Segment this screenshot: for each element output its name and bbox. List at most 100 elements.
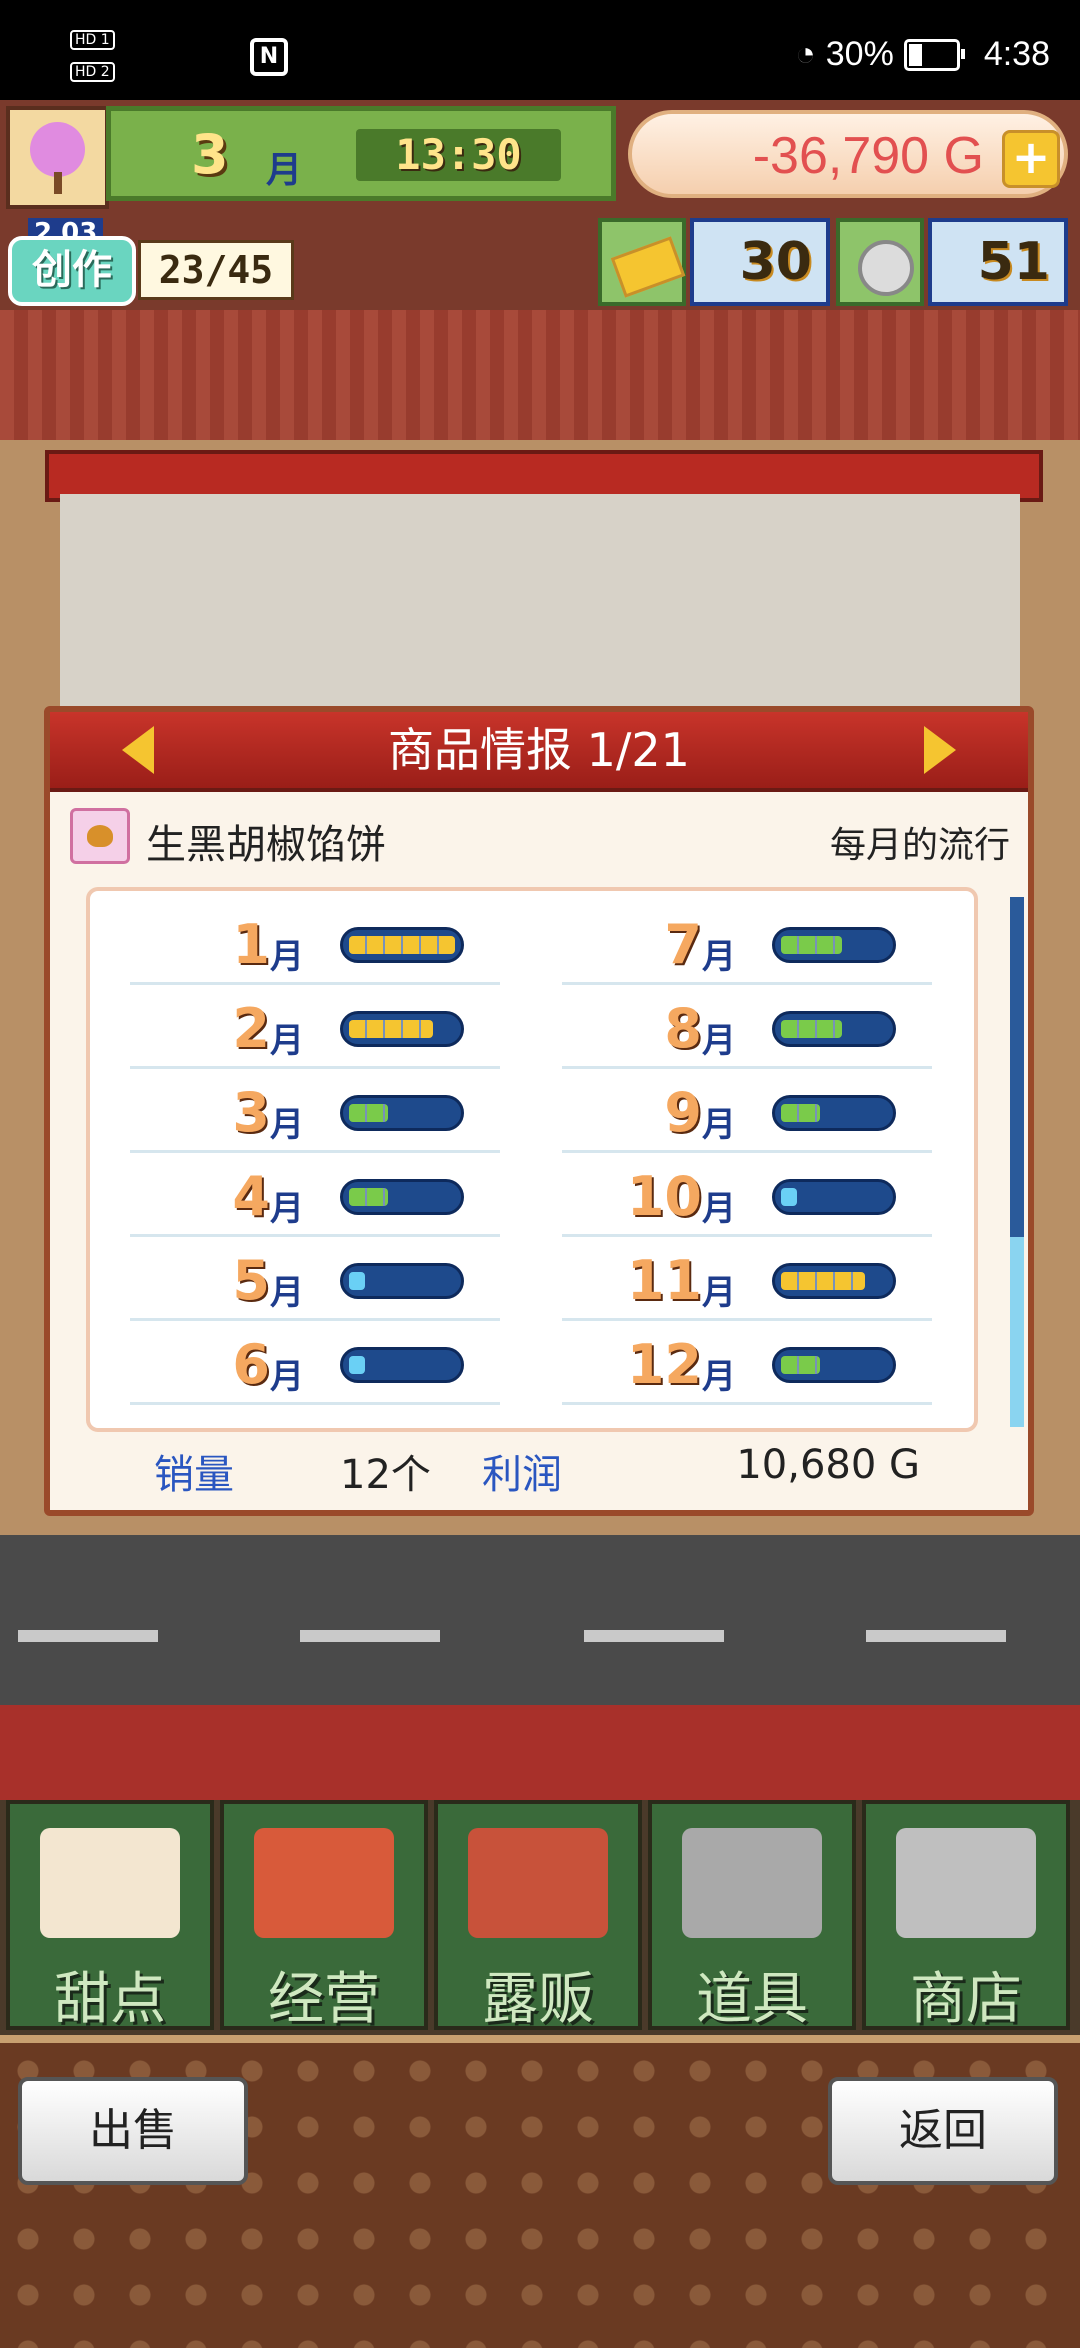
trend-bar-fill [349, 936, 455, 954]
sales-label: 销量 [154, 1452, 234, 1498]
create-panel[interactable]: 2 03 创作 23/45 [8, 218, 294, 308]
month-unit: 月 [702, 1021, 736, 1061]
date-box: 3 月 13:30 [106, 106, 616, 201]
trend-bar [772, 1095, 896, 1131]
month-number: 9 [664, 1081, 702, 1144]
months-right-column: 7 月 8 月 9 月 10 月 11 月 12 月 [562, 901, 932, 1405]
battery-icon [903, 38, 965, 71]
month-number: 10 [626, 1165, 702, 1228]
scroll-thumb[interactable] [1010, 1237, 1024, 1427]
money-display: -36,790 G + [628, 110, 1068, 198]
month-row: 7月 [562, 901, 932, 985]
cart-icon [896, 1828, 1036, 1938]
month-row: 10 月 [562, 1153, 932, 1237]
trend-bar-fill [781, 1020, 842, 1038]
month-row: 5月 [130, 1237, 500, 1321]
trend-bar-fill [349, 1188, 388, 1206]
trend-bar [340, 1263, 464, 1299]
months-left-column: 1月2月3月4月5月6月 [130, 901, 500, 1405]
shop-roof [0, 310, 1080, 440]
month-unit: 月 [270, 1105, 304, 1145]
month-number: 11 [626, 1249, 702, 1312]
scrollbar[interactable] [1010, 897, 1024, 1427]
lane-mark [584, 1630, 724, 1642]
menu-item[interactable]: 甜点 [6, 1800, 214, 2032]
create-count: 23/45 [138, 240, 294, 300]
battery-percent: 30% [825, 35, 894, 73]
profit-value: 10,680 G [736, 1442, 920, 1488]
sales-value: 12个 [340, 1452, 431, 1498]
gold-value: 30 [690, 218, 830, 306]
next-arrow-icon[interactable] [924, 726, 956, 774]
profit-label: 利润 [482, 1452, 562, 1498]
month-row: 6月 [130, 1321, 500, 1405]
month-unit: 月 [702, 1105, 736, 1145]
trend-bar [772, 1347, 896, 1383]
month-number: 7 [664, 913, 702, 976]
month-number: 2 [232, 997, 270, 1060]
lane-mark [300, 1630, 440, 1642]
data-speed-icon: ◔ [795, 35, 816, 73]
street [0, 1535, 1080, 1705]
trend-bar [340, 1011, 464, 1047]
trend-bar-fill [349, 1272, 365, 1290]
month-row: 8月 [562, 985, 932, 1069]
silver-value: 51 [928, 218, 1068, 306]
pie-icon [70, 808, 130, 864]
menu-item[interactable]: 道具 [648, 1800, 856, 2032]
month-unit: 月 [270, 937, 304, 977]
tree-trunk [54, 172, 62, 194]
menu-label: 甜点 [54, 1967, 166, 2032]
coin-icon [836, 218, 924, 306]
trend-bar [772, 927, 896, 963]
trend-bar [772, 1263, 896, 1299]
month-number: 12 [626, 1333, 702, 1396]
sell-button[interactable]: 出售 [18, 2077, 248, 2185]
trend-bar-fill [781, 1104, 820, 1122]
trend-bar-fill [349, 1020, 433, 1038]
month-row: 9月 [562, 1069, 932, 1153]
lane-mark [866, 1630, 1006, 1642]
create-badge: 创作 [8, 236, 136, 306]
trend-bar-fill [349, 1104, 388, 1122]
status-time: 4:38 [983, 35, 1050, 73]
gold-bar-icon [598, 218, 686, 306]
menu-item[interactable]: 商店 [862, 1800, 1070, 2032]
bottom-bar: 出售 返回 [0, 2035, 1080, 2348]
month-number: 6 [232, 1333, 270, 1396]
month-unit: 月 [702, 937, 736, 977]
month-row: 1月 [130, 901, 500, 985]
month-row: 3月 [130, 1069, 500, 1153]
trend-bar-fill [781, 1272, 865, 1290]
month-unit: 月 [702, 1357, 736, 1397]
back-button[interactable]: 返回 [828, 2077, 1058, 2185]
product-info-dialog: 商品情报 1/21 生黑胡椒馅饼 每月的流行 1月2月3月4月5月6月 7月8月… [44, 706, 1034, 1516]
month-number: 1 [232, 913, 270, 976]
cake-icon [40, 1828, 180, 1938]
top-hud: 3 月 13:30 -36,790 G + 2 03 创作 23/45 30 5… [0, 100, 1080, 310]
add-money-button[interactable]: + [1002, 130, 1060, 188]
month-unit: 月 [266, 150, 303, 191]
shop-icon [254, 1828, 394, 1938]
profile-avatar[interactable] [6, 106, 109, 209]
trend-bar-fill [781, 936, 842, 954]
trend-bar [340, 1095, 464, 1131]
hd2-indicator: HD 2 [70, 62, 115, 82]
month-unit: 月 [702, 1273, 736, 1313]
item-row: 生黑胡椒馅饼 每月的流行 [50, 802, 1028, 872]
menu-label: 经营 [268, 1967, 380, 2032]
menu-label: 露贩 [482, 1967, 594, 2032]
month-number: 5 [232, 1249, 270, 1312]
red-band [0, 1705, 1080, 1805]
month-row: 2月 [130, 985, 500, 1069]
hd1-indicator: HD 1 [70, 30, 115, 50]
trend-bar [772, 1011, 896, 1047]
game-clock: 13:30 [356, 129, 561, 181]
menu-item[interactable]: 露贩 [434, 1800, 642, 2032]
dialog-header: 商品情报 1/21 [50, 712, 1028, 792]
menu-item[interactable]: 经营 [220, 1800, 428, 2032]
month-row: 11 月 [562, 1237, 932, 1321]
month-number: 8 [664, 997, 702, 1060]
trend-bar-fill [781, 1356, 820, 1374]
trend-bar [340, 1347, 464, 1383]
